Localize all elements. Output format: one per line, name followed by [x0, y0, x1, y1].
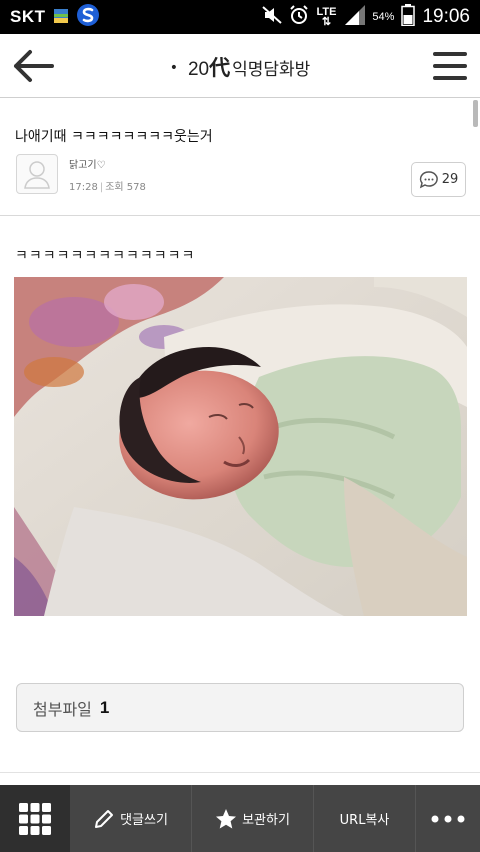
- board-title-text: 익명담화방: [232, 60, 311, 80]
- speech-bubble-icon: [419, 170, 438, 188]
- bookmark-label: 보관하기: [242, 813, 290, 828]
- title-bullet: •: [169, 60, 178, 76]
- author-avatar[interactable]: [16, 154, 58, 194]
- more-options-button[interactable]: [416, 785, 480, 852]
- board-title-number: 20: [187, 59, 210, 80]
- board-title: • 20代 익명담화방: [0, 52, 480, 82]
- attachment-button[interactable]: 첨부파일 1: [16, 683, 464, 732]
- grid-menu-button[interactable]: [0, 785, 70, 852]
- battery-percent: 54%: [372, 11, 395, 23]
- gallery-notification-icon: [53, 8, 68, 27]
- author-name[interactable]: 닭고기♡: [69, 156, 106, 171]
- attachment-label: 첨부파일: [33, 699, 92, 719]
- comment-count: 29: [441, 172, 459, 187]
- data-arrows-icon: ⇅: [321, 16, 332, 28]
- status-bar: SKT LTE ⇅ 54% 19:06: [0, 0, 480, 34]
- app-notification-icon: [76, 3, 100, 31]
- lte-indicator: LTE ⇅: [316, 7, 336, 28]
- clock: 19:06: [422, 6, 470, 27]
- post-photo[interactable]: [14, 277, 467, 616]
- bookmark-button[interactable]: 보관하기: [192, 785, 314, 852]
- grid-icon: [19, 802, 51, 835]
- views-label: 조회: [105, 182, 124, 193]
- baby-photo-illustration: [14, 277, 467, 616]
- post-header: 나애기때 ㅋㅋㅋㅋㅋㅋㅋㅋ웃는거 닭고기♡ 17:28 | 조회 578 29: [0, 98, 480, 216]
- board-title-kanji: 代: [209, 55, 231, 80]
- bottom-toolbar: 댓글쓰기 보관하기 URL복사: [0, 785, 480, 852]
- comments-button[interactable]: 29: [411, 162, 466, 197]
- views-count: 578: [126, 182, 146, 193]
- copy-url-button[interactable]: URL복사: [314, 785, 416, 852]
- post-body-text: ㅋㅋㅋㅋㅋㅋㅋㅋㅋㅋㅋㅋㅋ: [15, 248, 196, 264]
- default-user-icon: [24, 161, 50, 189]
- carrier-name: SKT: [10, 7, 46, 26]
- post-meta: 17:28 | 조회 578: [69, 178, 146, 193]
- pencil-icon: [95, 809, 114, 828]
- write-comment-label: 댓글쓰기: [120, 813, 168, 828]
- meta-separator: |: [99, 182, 104, 193]
- alarm-icon: [289, 5, 309, 29]
- scrollbar[interactable]: [473, 100, 478, 127]
- attachment-count: 1: [99, 697, 110, 717]
- signal-icon: [343, 5, 366, 29]
- star-icon: [216, 808, 237, 828]
- content-divider: [0, 772, 480, 773]
- more-dots-icon: [431, 815, 465, 822]
- mute-icon: [262, 6, 283, 28]
- menu-button[interactable]: [432, 49, 468, 83]
- post-time: 17:28: [69, 182, 98, 193]
- copy-url-label: URL복사: [339, 813, 390, 828]
- post-title: 나애기때 ㅋㅋㅋㅋㅋㅋㅋㅋ웃는거: [15, 129, 213, 145]
- hamburger-menu-icon: [433, 52, 467, 80]
- battery-icon: [401, 4, 416, 30]
- app-header: • 20代 익명담화방: [0, 34, 480, 98]
- write-comment-button[interactable]: 댓글쓰기: [70, 785, 192, 852]
